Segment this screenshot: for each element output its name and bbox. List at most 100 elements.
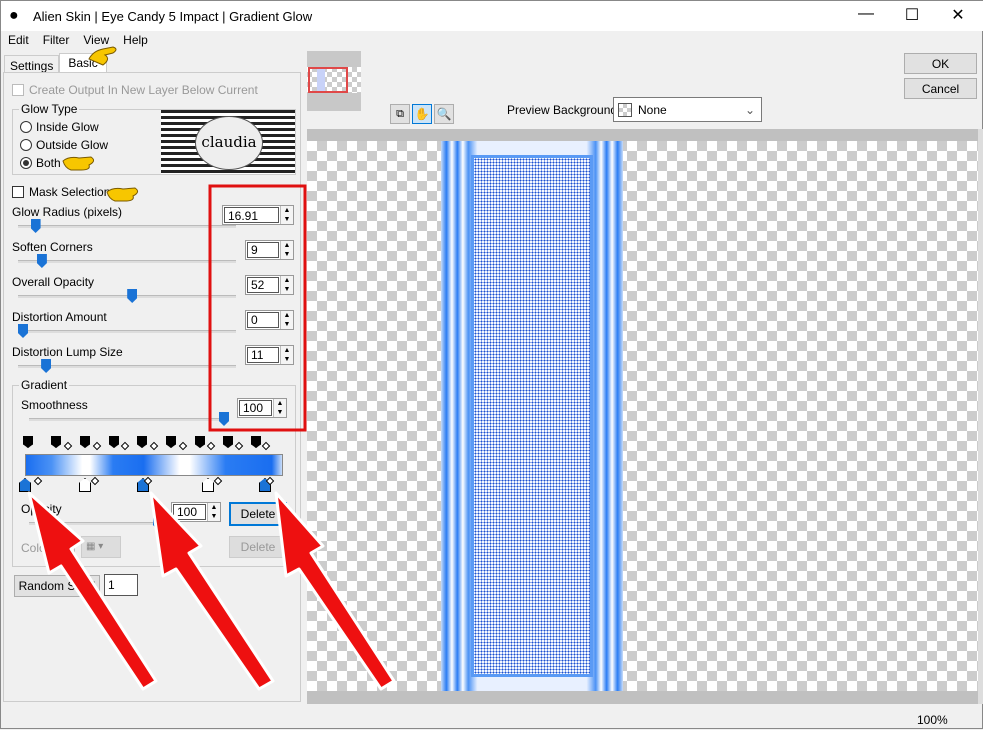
outside-glow-radio[interactable]	[20, 139, 32, 151]
slider-thumb[interactable]	[41, 359, 52, 373]
claudia-logo: claudia	[161, 110, 295, 174]
zoom-level: 100%	[917, 713, 948, 727]
menu-filter[interactable]: Filter	[36, 31, 77, 49]
opacity-label: Opacity	[21, 502, 62, 516]
slider-track[interactable]	[18, 260, 236, 263]
midpoint-marker[interactable]	[206, 441, 216, 451]
opacity-track[interactable]	[29, 522, 159, 525]
slider-value-input[interactable]	[247, 347, 279, 363]
color-picker-dropdown[interactable]: ▦ ▾	[81, 536, 121, 558]
slider-track[interactable]	[18, 330, 236, 333]
preview-area[interactable]	[307, 129, 978, 704]
color-stop[interactable]	[195, 436, 205, 448]
minimize-button[interactable]: —	[851, 5, 881, 23]
menu-edit[interactable]: Edit	[1, 31, 36, 49]
color-stop[interactable]	[80, 436, 90, 448]
opacity-stop[interactable]	[79, 478, 91, 492]
opacity-spinbox[interactable]: ▲▼	[171, 502, 221, 522]
title-bar: ● Alien Skin | Eye Candy 5 Impact | Grad…	[1, 1, 983, 31]
slider-value-input[interactable]	[247, 242, 279, 258]
midpoint-marker[interactable]	[120, 441, 130, 451]
midpoint-marker[interactable]	[92, 441, 102, 451]
hand-tool-icon[interactable]: ✋	[412, 104, 432, 124]
gradient-bar[interactable]	[25, 454, 283, 476]
settings-panel: Create Output In New Layer Below Current…	[3, 72, 301, 702]
menu-view[interactable]: View	[76, 31, 116, 49]
checker-swatch-icon	[618, 102, 632, 117]
color-stop[interactable]	[251, 436, 261, 448]
color-stop[interactable]	[51, 436, 61, 448]
slider-thumb[interactable]	[36, 254, 47, 268]
menu-help[interactable]: Help	[116, 31, 155, 49]
color-label: Color	[21, 541, 50, 555]
window-title: Alien Skin | Eye Candy 5 Impact | Gradie…	[33, 8, 313, 24]
midpoint-marker[interactable]	[63, 441, 73, 451]
delete-color-stop-button[interactable]: Delete	[229, 536, 287, 558]
slider-value-input[interactable]: 16.91	[224, 207, 279, 223]
create-output-label: Create Output In New Layer Below Current	[29, 83, 258, 97]
slider-spinbox[interactable]: ▲▼	[245, 240, 294, 260]
menu-bar: Edit Filter View Help	[1, 31, 155, 49]
ok-button[interactable]: OK	[904, 53, 977, 74]
slider-thumb[interactable]	[127, 289, 138, 303]
smoothness-track[interactable]	[29, 418, 219, 421]
random-seed-input[interactable]: 1	[104, 574, 138, 596]
slider-thumb[interactable]	[18, 324, 28, 338]
inside-glow-radio[interactable]	[20, 121, 32, 133]
color-stop[interactable]	[166, 436, 176, 448]
mask-selection-checkbox[interactable]	[12, 186, 24, 198]
slider-spinbox[interactable]: ▲▼	[245, 275, 294, 295]
close-button[interactable]: ✕	[943, 5, 973, 25]
outside-glow-label: Outside Glow	[36, 138, 109, 152]
color-stop[interactable]	[109, 436, 119, 448]
delete-opacity-stop-button[interactable]: Delete	[229, 502, 287, 526]
slider-label: Distortion Lump Size	[12, 345, 123, 359]
color-swatch[interactable]	[53, 536, 75, 558]
midpoint-marker[interactable]	[178, 441, 188, 451]
preview-background-value: None	[638, 102, 667, 117]
zoom-tool-icon[interactable]: 🔍	[434, 104, 454, 124]
preview-toggle-icon[interactable]: ⧉	[390, 104, 410, 124]
midpoint-marker[interactable]	[149, 441, 159, 451]
both-radio[interactable]	[20, 157, 32, 169]
slider-spinbox[interactable]: 16.91 ▲ ▼	[222, 205, 294, 225]
create-output-checkbox[interactable]	[12, 84, 24, 96]
opacity-stop[interactable]	[202, 478, 214, 492]
chevron-down-icon: ▾	[98, 541, 104, 552]
maximize-button[interactable]: ☐	[897, 5, 927, 25]
slider-spinbox[interactable]: ▲▼	[245, 310, 294, 330]
smoothness-slider-thumb[interactable]	[219, 412, 229, 426]
smoothness-spinbox[interactable]: ▲▼	[237, 398, 287, 418]
opacity-stop[interactable]	[19, 478, 31, 492]
grid-icon: ▦	[86, 541, 96, 552]
midpoint-marker[interactable]	[33, 476, 43, 486]
opacity-input[interactable]	[173, 504, 206, 520]
opacity-slider-thumb[interactable]	[153, 516, 163, 530]
slider-track[interactable]	[18, 295, 236, 298]
slider-track[interactable]	[18, 225, 236, 228]
midpoint-marker[interactable]	[261, 441, 271, 451]
midpoint-marker[interactable]	[234, 441, 244, 451]
slider-label: Overall Opacity	[12, 275, 95, 289]
slider-label: Glow Radius (pixels)	[12, 205, 123, 219]
random-seed-button[interactable]: Random Seed	[14, 575, 100, 597]
midpoint-marker[interactable]	[213, 476, 223, 486]
smoothness-label: Smoothness	[21, 398, 88, 412]
navigator-thumbnail[interactable]	[307, 51, 361, 111]
slider-spinbox[interactable]: ▲▼	[245, 345, 294, 365]
inside-glow-label: Inside Glow	[36, 120, 99, 134]
gradient-group: Gradient Smoothness ▲▼ Opacity ▲▼ Delete…	[12, 378, 296, 567]
color-stop[interactable]	[137, 436, 147, 448]
vertical-scrollbar[interactable]	[978, 129, 983, 704]
color-stop[interactable]	[223, 436, 233, 448]
preview-background-select[interactable]: None ⌄	[613, 97, 762, 122]
midpoint-marker[interactable]	[90, 476, 100, 486]
slider-value-input[interactable]	[247, 277, 279, 293]
slider-value-input[interactable]	[247, 312, 279, 328]
cancel-button[interactable]: Cancel	[904, 78, 977, 99]
color-stop[interactable]	[23, 436, 33, 448]
slider-thumb[interactable]	[30, 219, 41, 233]
smoothness-input[interactable]	[239, 400, 272, 416]
alien-skin-icon: ●	[9, 7, 19, 24]
slider-label: Soften Corners	[12, 240, 93, 254]
